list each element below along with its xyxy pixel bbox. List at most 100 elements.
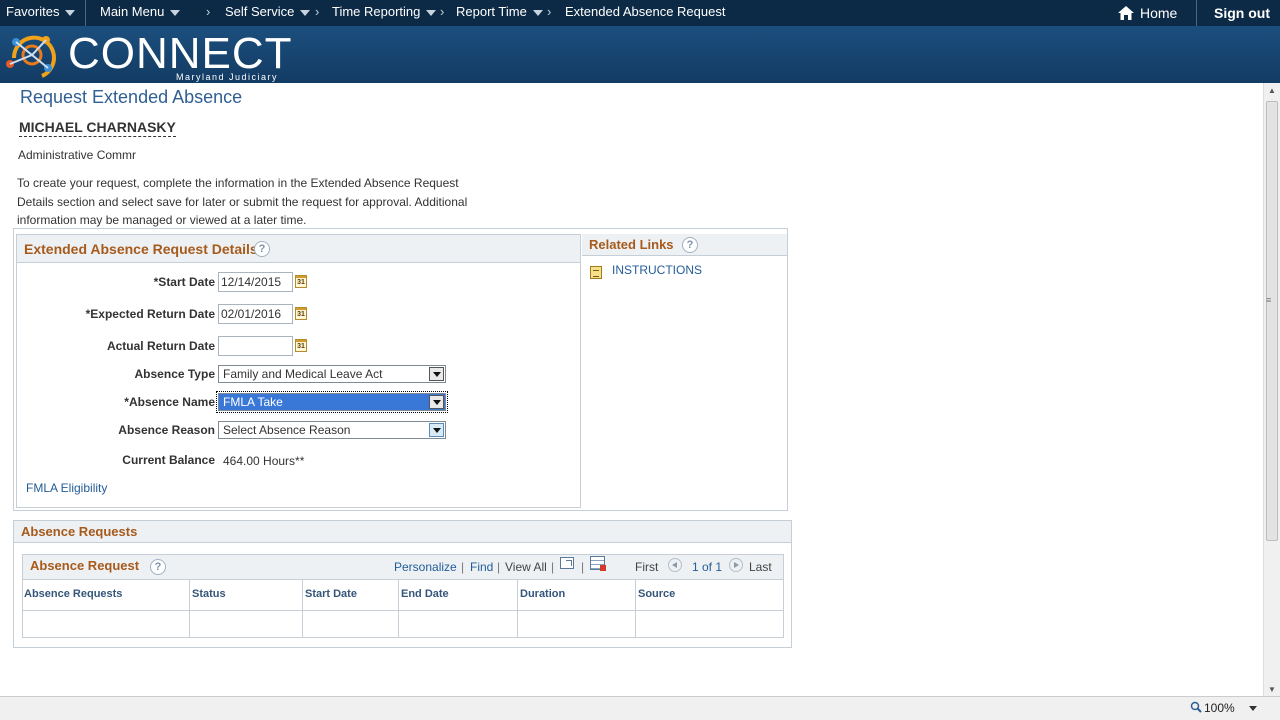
chevron-right-icon: › — [547, 4, 552, 19]
main-menu[interactable]: Main Menu — [100, 4, 181, 19]
browser-status-bar: 100% — [0, 696, 1280, 720]
expected-return-date-input[interactable]: 02/01/2016 — [218, 304, 293, 324]
page-title: Request Extended Absence — [20, 87, 243, 107]
zoom-level[interactable]: 100% — [1190, 701, 1235, 715]
scroll-up-icon[interactable]: ▲ — [1268, 86, 1276, 95]
sign-out-link[interactable]: Sign out — [1214, 5, 1270, 21]
view-all-link[interactable]: View All — [505, 560, 547, 574]
magnifier-icon — [1190, 701, 1202, 713]
chevron-down-icon — [65, 9, 76, 16]
current-balance-label: Current Balance — [122, 453, 215, 467]
actual-return-date-input[interactable] — [218, 336, 293, 356]
breadcrumb-label: Self Service — [225, 4, 295, 19]
column-divider — [398, 579, 399, 638]
chevron-down-icon[interactable] — [1249, 706, 1257, 711]
calendar-icon[interactable]: 31 — [295, 339, 307, 352]
help-icon[interactable]: ? — [150, 559, 166, 575]
previous-page-icon[interactable] — [668, 558, 682, 572]
breadcrumb-label: Time Reporting — [332, 4, 421, 19]
chevron-down-icon — [300, 9, 311, 16]
column-header-absence-requests[interactable]: Absence Requests — [24, 588, 122, 600]
zoom-grid-icon[interactable] — [560, 557, 574, 569]
connect-logo-subtitle: Maryland Judiciary — [176, 72, 279, 82]
find-link[interactable]: Find — [470, 560, 493, 574]
zoom-value: 100% — [1204, 701, 1235, 715]
employee-name[interactable]: MICHAEL CHARNASKY — [19, 119, 176, 137]
column-header-duration[interactable]: Duration — [520, 588, 565, 600]
help-icon[interactable]: ? — [254, 241, 270, 257]
column-header-end-date[interactable]: End Date — [401, 588, 449, 600]
absence-type-select[interactable]: Family and Medical Leave Act — [218, 365, 446, 383]
calendar-icon[interactable]: 31 — [295, 275, 307, 288]
chevron-down-icon — [426, 9, 437, 16]
banner: CONNECT Maryland Judiciary — [0, 26, 1280, 83]
last-label: Last — [749, 560, 772, 574]
help-icon[interactable]: ? — [682, 237, 698, 253]
column-header-start-date[interactable]: Start Date — [305, 588, 357, 600]
fmla-eligibility-link[interactable]: FMLA Eligibility — [26, 481, 107, 495]
employee-title: Administrative Commr — [18, 148, 137, 162]
page-info: 1 of 1 — [692, 560, 723, 574]
absence-reason-label: Absence Reason — [118, 423, 215, 437]
absence-requests-header: Absence Requests — [14, 521, 791, 543]
current-balance-value: 464.00 Hours** — [223, 454, 305, 468]
absence-reason-select[interactable]: Select Absence Reason — [218, 421, 446, 439]
next-page-icon[interactable] — [729, 558, 743, 572]
dropdown-arrow-icon[interactable] — [429, 367, 444, 381]
first-label: First — [635, 560, 659, 574]
related-links-title: Related Links — [589, 237, 674, 252]
calendar-icon[interactable]: 31 — [295, 307, 307, 320]
personalize-link[interactable]: Personalize — [394, 560, 457, 574]
toolbar-separator: | — [497, 560, 501, 574]
related-links-header: Related Links ? — [582, 234, 787, 256]
start-date-label: *Start Date — [153, 275, 215, 289]
grid-title: Absence Request — [30, 558, 140, 573]
nav-divider — [85, 0, 86, 26]
toolbar-separator: | — [461, 560, 465, 574]
favorites-menu[interactable]: Favorites — [6, 4, 76, 19]
home-link[interactable]: Home — [1118, 5, 1177, 21]
home-icon — [1118, 6, 1134, 20]
scroll-down-icon[interactable]: ▼ — [1268, 685, 1276, 694]
chevron-down-icon — [170, 9, 181, 16]
details-header: Extended Absence Request Details ? — [17, 235, 580, 263]
grid-header-row: Absence Requests Status Start Date End D… — [23, 579, 783, 611]
grid-toolbar: Absence Request ? Personalize | Find | V… — [23, 555, 783, 579]
breadcrumb-self-service[interactable]: Self Service — [225, 4, 311, 19]
chevron-right-icon: › — [440, 4, 445, 19]
absence-requests-title: Absence Requests — [21, 524, 138, 539]
column-divider — [517, 579, 518, 638]
column-divider — [302, 579, 303, 638]
column-divider — [189, 579, 190, 638]
nav-divider — [1196, 0, 1197, 26]
start-date-input[interactable]: 12/14/2015 — [218, 272, 293, 292]
intro-text: To create your request, complete the inf… — [17, 176, 468, 227]
breadcrumb-current: Extended Absence Request — [565, 4, 726, 19]
breadcrumb-report-time[interactable]: Report Time — [456, 4, 543, 19]
absence-name-value: FMLA Take — [223, 395, 283, 409]
actual-return-date-label: Actual Return Date — [106, 339, 215, 353]
scrollbar-thumb[interactable] — [1266, 101, 1278, 541]
absence-reason-value: Select Absence Reason — [223, 423, 351, 437]
dropdown-arrow-icon[interactable] — [429, 423, 444, 437]
expected-return-date-label: *Expected Return Date — [85, 307, 215, 321]
details-title: Extended Absence Request Details — [24, 241, 258, 257]
column-header-status[interactable]: Status — [192, 588, 226, 600]
top-nav-bar: Favorites Main Menu › Self Service › Tim… — [0, 0, 1280, 26]
chevron-right-icon: › — [206, 4, 211, 19]
instructions-link[interactable]: INSTRUCTIONS — [612, 263, 702, 277]
main-menu-label: Main Menu — [100, 4, 165, 19]
vertical-scrollbar[interactable]: ▲ ≡ ▼ — [1263, 83, 1280, 696]
dropdown-arrow-icon[interactable] — [429, 395, 444, 409]
home-label: Home — [1140, 5, 1178, 21]
breadcrumb-time-reporting[interactable]: Time Reporting — [332, 4, 437, 19]
column-header-source[interactable]: Source — [638, 588, 675, 600]
scrollbar-grip-icon: ≡ — [1266, 295, 1272, 305]
download-spreadsheet-icon[interactable] — [590, 556, 606, 571]
favorites-label: Favorites — [6, 4, 60, 19]
connect-logo-icon — [6, 35, 56, 78]
absence-name-select[interactable]: FMLA Take — [216, 391, 448, 413]
document-icon — [590, 266, 602, 279]
column-divider — [635, 579, 636, 638]
breadcrumb-label: Report Time — [456, 4, 527, 19]
